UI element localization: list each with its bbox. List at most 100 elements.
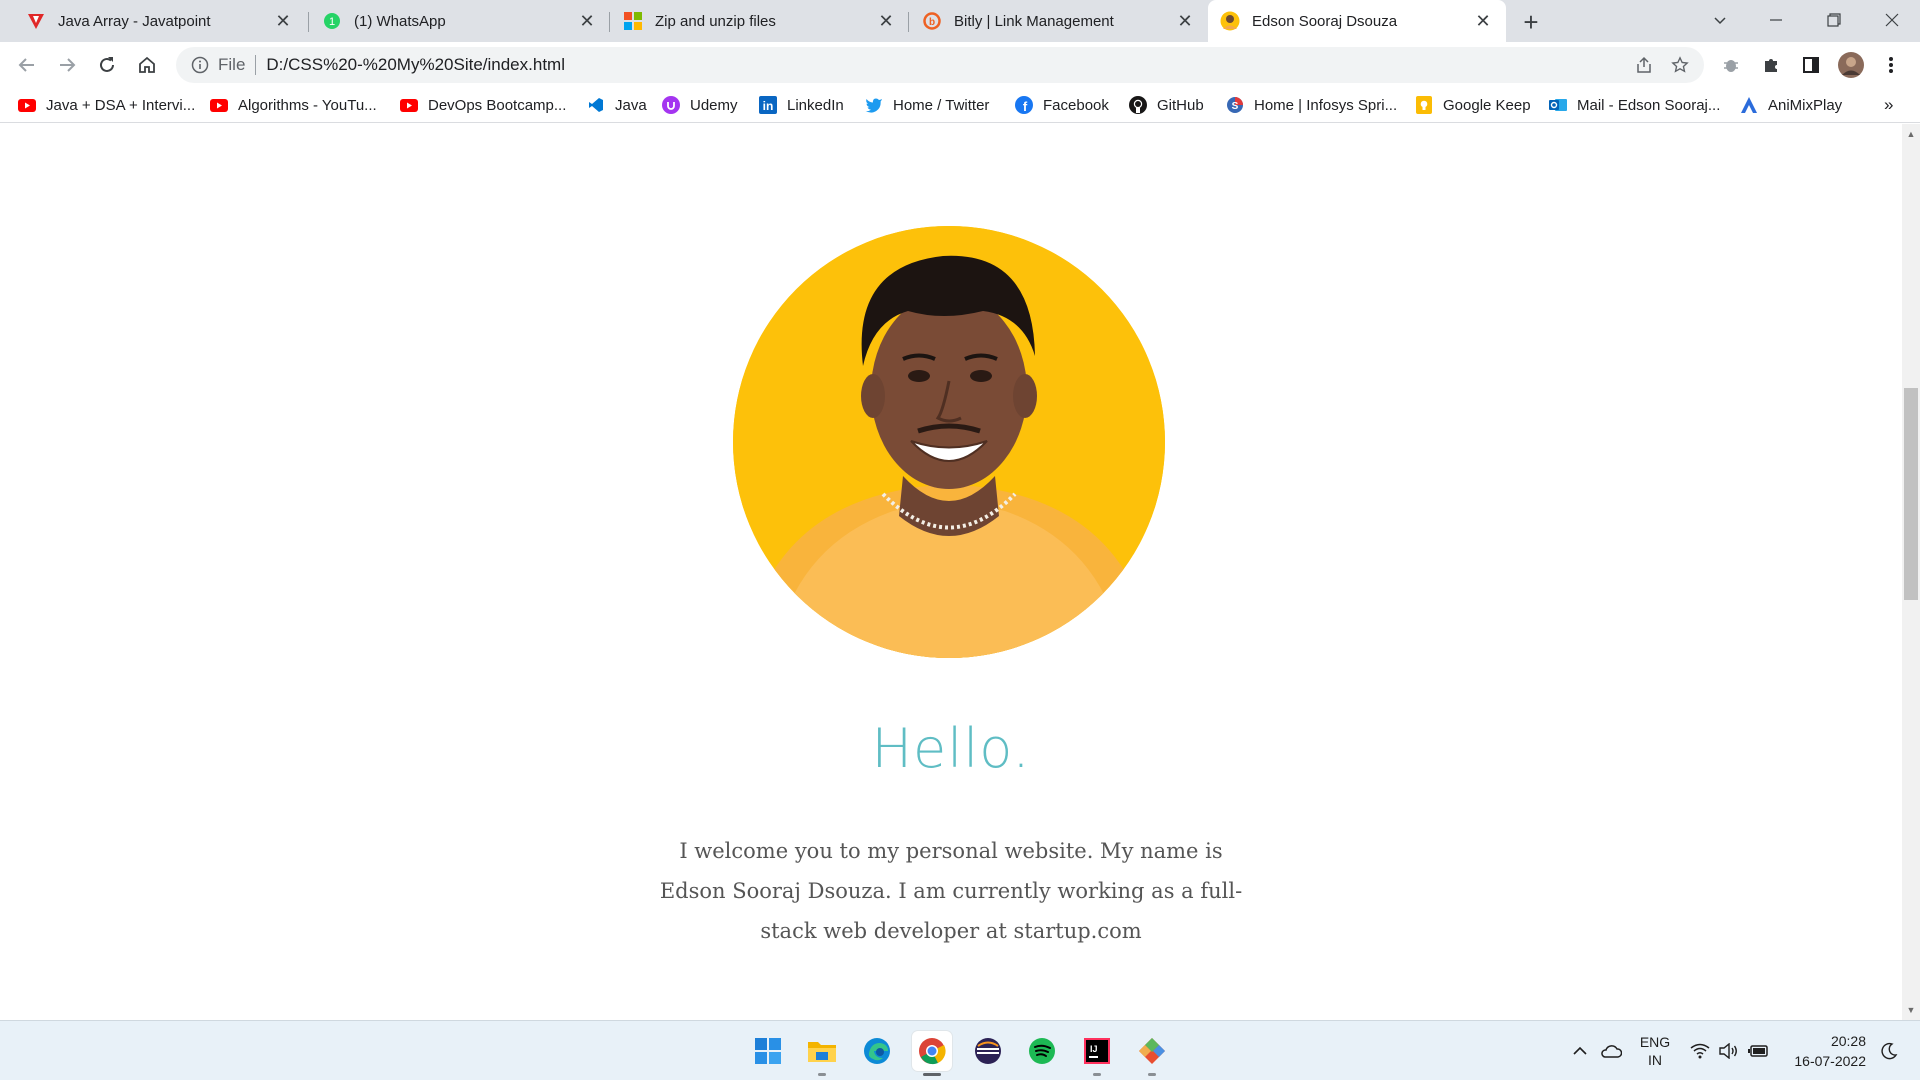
share-icon[interactable] [1626,47,1662,83]
volume-icon[interactable] [1716,1021,1740,1081]
extension-bug-button[interactable] [1714,48,1748,82]
svg-text:f: f [1023,99,1028,114]
bookmark-mail[interactable]: Mail - Edson Sooraj... [1549,93,1720,117]
infosys-icon: S [1226,96,1244,114]
bookmark-linkedin[interactable]: in LinkedIn [759,93,844,117]
url-divider [255,55,257,75]
running-indicator [818,1073,826,1076]
github-icon [1129,96,1147,114]
language-indicator[interactable]: ENG IN [1634,1021,1676,1081]
taskbar-edge[interactable] [857,1031,897,1071]
git-icon [1139,1038,1165,1064]
site-info-icon[interactable] [190,55,210,75]
arrow-left-icon [18,58,34,72]
taskbar-chrome[interactable] [912,1031,952,1071]
address-bar[interactable]: File D:/CSS%20-%20My%20Site/index.html [176,47,1704,83]
tab-zip-unzip[interactable]: Zip and unzip files ✕ [611,0,909,42]
svg-text:in: in [763,99,774,113]
bookmark-algorithms[interactable]: Algorithms - YouTu... [210,93,377,117]
arrow-right-icon [60,58,76,72]
intellij-icon: IJ [1084,1038,1110,1064]
bookmark-star-icon[interactable] [1662,47,1698,83]
close-window-button[interactable] [1864,0,1920,40]
bookmark-facebook[interactable]: f Facebook [1015,93,1109,117]
tab-strip: Java Array - Javatpoint ✕ 1 (1) WhatsApp… [0,0,1920,42]
bookmark-label: Facebook [1043,96,1109,114]
page-heading: Hello. [871,717,1031,780]
bookmark-label: Java + DSA + Intervi... [46,96,196,114]
close-icon[interactable]: ✕ [1472,10,1494,32]
bookmark-github[interactable]: GitHub [1129,93,1204,117]
taskbar-git[interactable] [1132,1031,1172,1071]
bookmark-label: Java [615,96,647,114]
url-scheme: File [218,55,246,74]
spotify-icon [1029,1038,1055,1064]
bookmark-infosys[interactable]: S Home | Infosys Spri... [1226,93,1397,117]
close-icon[interactable]: ✕ [1174,10,1196,32]
clock[interactable]: 20:28 16-07-2022 [1784,1021,1866,1081]
tab-search-button[interactable] [1692,0,1748,40]
bookmarks-overflow-button[interactable]: » [1884,93,1893,117]
bookmark-label: GitHub [1157,96,1204,114]
extensions-button[interactable] [1754,48,1788,82]
bookmark-google-keep[interactable]: Google Keep [1415,93,1531,117]
scroll-down-arrow[interactable]: ▼ [1905,1004,1917,1016]
puzzle-icon [1765,59,1777,72]
onedrive-icon[interactable] [1598,1021,1624,1081]
wifi-icon[interactable] [1688,1021,1712,1081]
start-button[interactable] [748,1031,788,1071]
svg-text:S: S [1232,101,1239,112]
javatpoint-icon [26,11,46,31]
close-icon[interactable]: ✕ [272,10,294,32]
chevron-down-icon [1714,17,1726,25]
forward-button[interactable] [50,48,84,82]
animixplay-icon [1740,96,1758,114]
windows-icon [755,1038,781,1064]
tray-overflow-chevron-icon[interactable] [1568,1021,1592,1081]
bookmark-java[interactable]: Java [587,93,647,117]
taskbar-eclipse[interactable] [968,1031,1008,1071]
battery-icon[interactable] [1746,1021,1772,1081]
scrollbar-thumb[interactable] [1904,388,1918,600]
menu-button[interactable] [1874,48,1908,82]
close-icon[interactable]: ✕ [576,10,598,32]
reload-button[interactable] [90,48,124,82]
side-panel-icon [1803,57,1819,73]
profile-button[interactable] [1834,48,1868,82]
vscode-icon [587,96,605,114]
bookmark-label: AniMixPlay [1768,96,1843,114]
close-icon[interactable]: ✕ [875,10,897,32]
tab-whatsapp[interactable]: 1 (1) WhatsApp ✕ [310,0,610,42]
scroll-up-arrow[interactable]: ▲ [1905,128,1917,140]
taskbar-file-explorer[interactable] [802,1031,842,1071]
taskbar-spotify[interactable] [1022,1031,1062,1071]
bug-icon [1724,60,1738,72]
tab-divider [308,12,309,32]
tab-title: Java Array - Javatpoint [58,12,211,30]
new-tab-button[interactable]: + [1516,7,1546,37]
url-text[interactable]: D:/CSS%20-%20My%20Site/index.html [266,55,565,75]
back-button[interactable] [10,48,44,82]
bookmark-twitter[interactable]: Home / Twitter [865,93,989,117]
restore-icon [1827,13,1841,27]
tab-javatpoint[interactable]: Java Array - Javatpoint ✕ [14,0,306,42]
tab-edson-site[interactable]: Edson Sooraj Dsouza ✕ [1208,0,1506,42]
side-panel-button[interactable] [1794,48,1828,82]
restore-button[interactable] [1806,0,1862,40]
minimize-button[interactable] [1748,0,1804,40]
folder-icon [808,1042,836,1062]
tab-divider [609,12,610,32]
notifications-moon-icon[interactable] [1876,1021,1902,1081]
taskbar-intellij[interactable]: IJ [1077,1031,1117,1071]
tab-bitly[interactable]: b Bitly | Link Management ✕ [910,0,1208,42]
bookmark-java-dsa[interactable]: Java + DSA + Intervi... [18,93,195,117]
home-button[interactable] [130,48,164,82]
tab-title: (1) WhatsApp [354,12,446,30]
bookmark-devops[interactable]: DevOps Bootcamp... [400,93,566,117]
bookmarks-bar: Java + DSA + Intervi... Algorithms - You… [0,87,1920,123]
bookmark-animixplay[interactable]: AniMixPlay [1740,93,1842,117]
bookmark-udemy[interactable]: Udemy [662,93,738,117]
svg-text:1: 1 [329,16,335,28]
reload-icon [100,57,114,72]
language-code: ENG [1639,1034,1671,1050]
